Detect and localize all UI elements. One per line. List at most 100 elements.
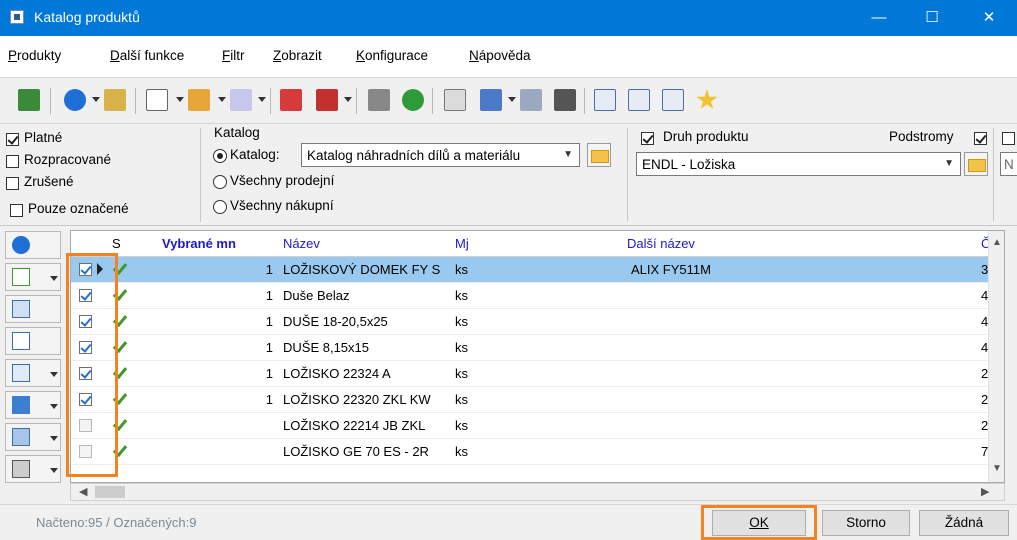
tree-icon[interactable] — [104, 89, 126, 111]
divider — [627, 128, 628, 222]
find-icon[interactable] — [554, 89, 576, 111]
cell-name: LOŽISKO 22320 ZKL KW — [283, 392, 431, 407]
help-icon[interactable] — [64, 89, 86, 111]
table-row[interactable]: 1 LOŽISKO 22324 A ks 2 — [71, 361, 1004, 387]
print-grid-button[interactable] — [5, 455, 61, 483]
grid-tool-sidebar — [5, 227, 67, 501]
cell-unit: ks — [455, 314, 468, 329]
menu-zobrazit[interactable]: Zobrazit — [273, 48, 322, 63]
checkbox-pouze-oznacene[interactable] — [10, 204, 23, 217]
scroll-left-icon[interactable]: ◀ — [79, 485, 87, 498]
edit-icon[interactable] — [230, 89, 252, 111]
status-text: Načteno:95 / Označených:9 — [36, 515, 197, 530]
highlight-checkbox-column — [66, 253, 118, 477]
chart-button[interactable] — [5, 391, 61, 419]
table-row[interactable]: 1 Duše Belaz ks 4 — [71, 283, 1004, 309]
toolbar-separator — [356, 88, 357, 114]
exit-icon[interactable] — [18, 89, 40, 111]
chevron-down-icon[interactable] — [344, 97, 352, 102]
clipped-select[interactable]: N — [1000, 152, 1017, 176]
chevron-down-icon[interactable] — [176, 97, 184, 102]
checkbox-podstromy[interactable] — [974, 132, 987, 145]
radio-katalog[interactable] — [213, 149, 227, 163]
table-row[interactable]: 1 LOŽISKO 22320 ZKL KW ks 2 — [71, 387, 1004, 413]
catalog-group-title: Katalog — [214, 125, 260, 140]
column-header-dalsi-nazev[interactable]: Další název — [627, 236, 695, 251]
favorite-star-icon[interactable] — [696, 89, 718, 110]
table-row[interactable]: 1 DUŠE 18-20,5x25 ks 4 — [71, 309, 1004, 335]
table-row[interactable]: LOŽISKO GE 70 ES - 2R ks 7 — [71, 439, 1004, 465]
sum-button[interactable] — [5, 359, 61, 387]
checkbox-clipped[interactable] — [1002, 132, 1015, 145]
column-header-s[interactable]: S — [112, 236, 121, 251]
chevron-down-icon[interactable] — [258, 97, 266, 102]
maximize-button[interactable]: ☐ — [909, 0, 955, 36]
cell-other-name: ALIX FY511M — [631, 262, 711, 277]
cell-name: DUŠE 18-20,5x25 — [283, 314, 388, 329]
scroll-right-icon[interactable]: ▶ — [981, 485, 989, 498]
menu-konfigurace[interactable]: Konfigurace — [356, 48, 428, 63]
minimize-button[interactable]: — — [856, 0, 902, 36]
column-header-nazev[interactable]: Název — [283, 236, 320, 251]
menu-produkty[interactable]: Produkty — [8, 48, 61, 63]
panel-right-icon[interactable] — [662, 89, 684, 111]
table-row[interactable]: 1 DUŠE 8,15x15 ks 4 — [71, 335, 1004, 361]
cancel-button[interactable]: Storno — [822, 510, 910, 536]
catalog-select[interactable]: Katalog náhradních dílů a materiálu ▼ — [301, 143, 580, 167]
layout-icon — [12, 428, 30, 446]
checkbox-platne[interactable] — [6, 133, 19, 146]
toolbar-separator — [584, 88, 585, 114]
label-rozpracovane: Rozpracované — [24, 152, 112, 167]
chevron-down-icon[interactable] — [92, 97, 100, 102]
column-header-mj[interactable]: Mj — [455, 236, 469, 251]
column-header-vybrane-mnozstvi[interactable]: Vybrané mn — [162, 236, 260, 251]
copy-icon[interactable] — [188, 89, 210, 111]
scroll-up-icon[interactable]: ▲ — [992, 237, 1002, 248]
scroll-down-icon[interactable]: ▼ — [992, 463, 1002, 474]
cell-unit: ks — [455, 340, 468, 355]
cell-qty: 1 — [265, 366, 273, 381]
folder-icon[interactable] — [964, 152, 988, 176]
checkbox-druh-produktu[interactable] — [641, 132, 654, 145]
clear-filter-icon[interactable] — [520, 89, 542, 111]
cell-qty: 1 — [265, 262, 273, 277]
menu-napoveda[interactable]: Nápověda — [469, 48, 531, 63]
import-icon[interactable] — [316, 89, 338, 111]
info-button[interactable] — [5, 231, 61, 259]
table-row[interactable]: LOŽISKO 22214 JB ZKL ks 2 — [71, 413, 1004, 439]
panel-table-icon[interactable] — [628, 89, 650, 111]
product-type-select[interactable]: ENDL - Ložiska ▼ — [636, 152, 961, 176]
print-icon[interactable] — [368, 89, 390, 111]
refresh-icon[interactable] — [402, 89, 424, 111]
export-icon[interactable] — [280, 89, 302, 111]
chevron-down-icon[interactable] — [508, 97, 516, 102]
check-menu-button[interactable] — [5, 263, 61, 291]
cell-unit: ks — [455, 392, 468, 407]
close-button[interactable]: ✕ — [966, 0, 1012, 36]
columns-button[interactable] — [5, 295, 61, 323]
radio-vsechny-nakupni[interactable] — [213, 200, 227, 214]
folder-icon[interactable] — [587, 143, 611, 167]
radio-vsechny-prodejni[interactable] — [213, 175, 227, 189]
vertical-scrollbar[interactable]: ▲ ▼ — [988, 231, 1004, 482]
scroll-thumb[interactable] — [95, 486, 125, 498]
checkbox-rozpracovane[interactable] — [6, 155, 19, 168]
label-vsechny-nakupni: Všechny nákupní — [230, 198, 334, 213]
sort-button[interactable] — [5, 327, 61, 355]
layout-button[interactable] — [5, 423, 61, 451]
chevron-down-icon[interactable] — [218, 97, 226, 102]
checkbox-zrusene[interactable] — [6, 177, 19, 190]
none-button[interactable]: Žádná — [919, 510, 1009, 536]
new-document-icon[interactable] — [146, 89, 168, 111]
grid-settings-icon[interactable] — [444, 89, 466, 111]
table-row[interactable]: 1 LOŽISKOVÝ DOMEK FY S ks ALIX FY511M 3 — [71, 257, 1004, 283]
cell-name: DUŠE 8,15x15 — [283, 340, 369, 355]
label-podstromy: Podstromy — [889, 129, 954, 144]
menu-dalsi-funkce[interactable]: Další funkce — [110, 48, 184, 63]
panel-left-icon[interactable] — [594, 89, 616, 111]
window-title: Katalog produktů — [34, 9, 140, 25]
filter-icon[interactable] — [480, 89, 502, 111]
menu-filtr[interactable]: Filtr — [222, 48, 245, 63]
horizontal-scrollbar[interactable]: ◀ ▶ — [70, 483, 1005, 501]
title-bar: Katalog produktů — ☐ ✕ — [0, 0, 1017, 36]
